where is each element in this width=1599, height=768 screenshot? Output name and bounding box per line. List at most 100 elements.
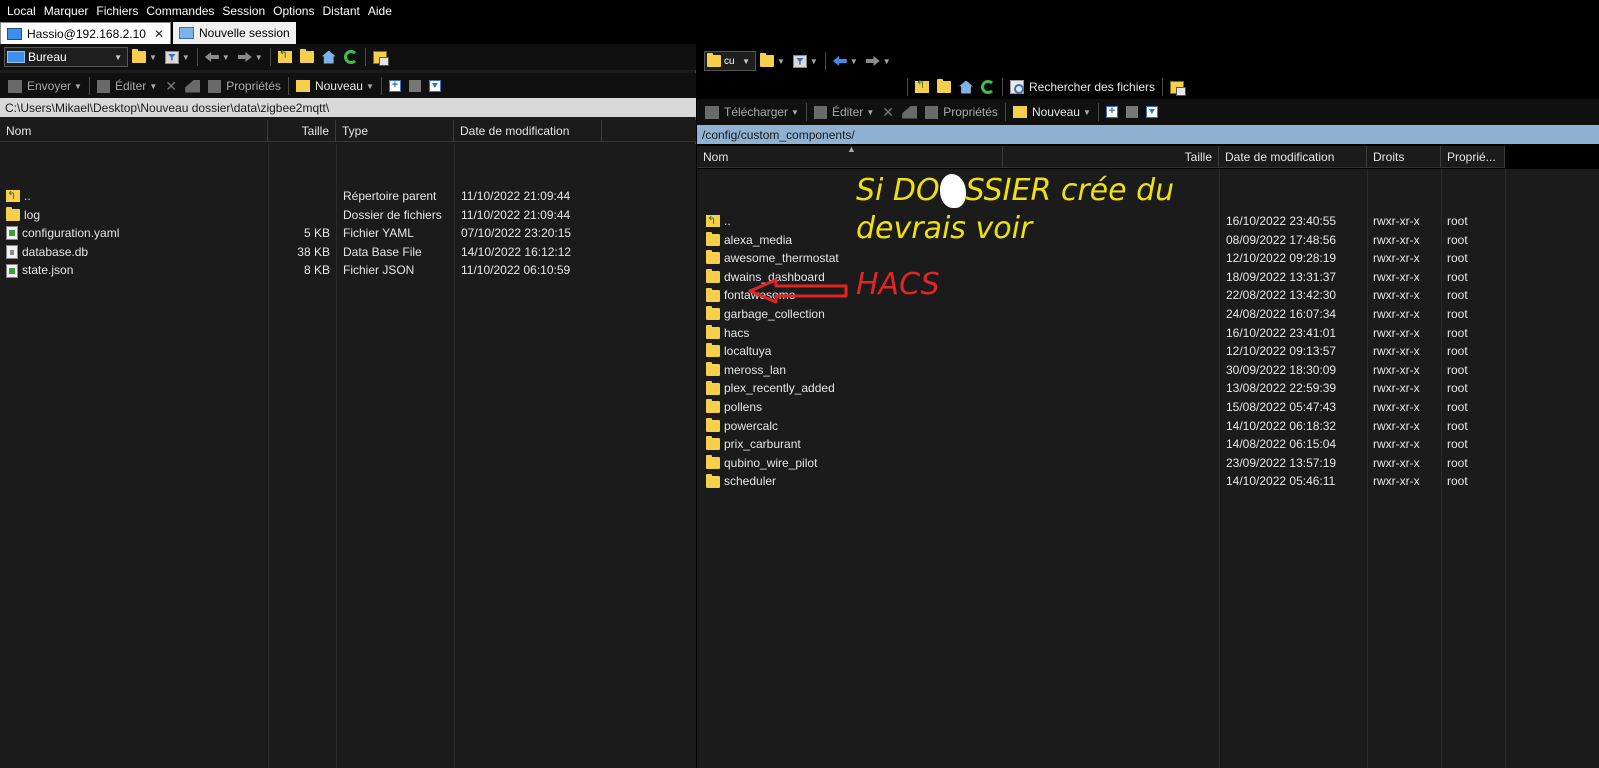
tab-new-session[interactable]: Nouvelle session <box>173 22 296 44</box>
col-modified[interactable]: Date de modification <box>454 120 602 142</box>
sync-browse-button[interactable] <box>369 46 391 68</box>
red-arrow-icon <box>748 278 848 304</box>
file-modified: 14/10/2022 06:18:32 <box>1226 418 1337 433</box>
menu-item-fichiers[interactable]: Fichiers <box>95 4 139 18</box>
table-row[interactable]: localtuya 12/10/2022 09:13:57 rwxr-xr-x roo… <box>697 342 1505 361</box>
remote-new-button[interactable]: Nouveau ▼ <box>1009 101 1095 123</box>
menu-item-distant[interactable]: Distant <box>321 4 360 18</box>
remote-edit-button[interactable]: Éditer ▼ <box>810 101 878 123</box>
col-rights[interactable]: Droits <box>1367 146 1441 168</box>
file-name: state.json <box>22 263 74 278</box>
remote-drive-select[interactable]: cu ▼ <box>704 51 756 71</box>
tab-new-session-label: Nouvelle session <box>199 26 290 40</box>
local-path-text: C:\Users\Mikael\Desktop\Nouveau dossier\… <box>5 100 330 115</box>
json-file-icon <box>6 263 18 278</box>
remote-open-folder-button[interactable]: ▼ <box>756 50 789 72</box>
file-name: scheduler <box>724 474 777 489</box>
folder-icon <box>706 436 720 451</box>
toolbar-separator <box>380 77 382 95</box>
remote-path-bar[interactable]: /config/custom_components/ <box>697 125 1599 144</box>
remote-select-all-button[interactable]: + <box>1102 101 1122 123</box>
table-row[interactable]: pollens 15/08/2022 05:47:43 rwxr-xr-x root <box>697 398 1505 417</box>
table-row[interactable]: state.json 8 KB Fichier JSON 11/10/2022 06:… <box>0 261 696 280</box>
col-size[interactable]: Taille <box>268 120 336 142</box>
home-button[interactable] <box>318 46 340 68</box>
remote-folder-icon <box>707 53 721 67</box>
back-button[interactable]: ▼ <box>201 46 234 68</box>
remote-filter-button[interactable]: ▼ <box>789 50 822 72</box>
chevron-down-icon: ▼ <box>114 52 122 62</box>
menu-item-local[interactable]: Local <box>6 4 37 18</box>
find-files-button[interactable]: Rechercher des fichiers <box>1006 76 1159 98</box>
rename-button[interactable] <box>181 75 204 97</box>
remote-invert-selection-button[interactable] <box>1142 101 1162 123</box>
table-row[interactable]: scheduler 14/10/2022 05:46:11 rwxr-xr-x roo… <box>697 472 1505 491</box>
remote-parent-dir-button[interactable] <box>911 76 933 98</box>
forward-button[interactable]: ▼ <box>234 46 267 68</box>
col-owner[interactable]: Proprié... <box>1441 146 1505 168</box>
table-row[interactable]: plex_recently_added 13/08/2022 22:59:39 rw… <box>697 379 1505 398</box>
table-row[interactable]: prix_carburant 14/08/2022 06:15:04 rwxr-xr… <box>697 435 1505 454</box>
remote-delete-button[interactable]: ✕ <box>878 101 898 123</box>
monitor-icon <box>7 27 22 40</box>
remote-rename-button[interactable] <box>898 101 921 123</box>
file-rights: rwxr-xr-x <box>1373 288 1420 303</box>
file-owner: root <box>1447 400 1468 414</box>
remote-deselect-button[interactable] <box>1122 101 1142 123</box>
table-row[interactable]: hacs 16/10/2022 23:41:01 rwxr-xr-x root <box>697 324 1505 343</box>
download-button[interactable]: Télécharger ▼ <box>701 101 803 123</box>
new-button[interactable]: Nouveau ▼ <box>292 75 378 97</box>
remote-root-dir-button[interactable] <box>933 76 955 98</box>
properties-button[interactable]: Propriétés <box>204 75 285 97</box>
remote-properties-button[interactable]: Propriétés <box>921 101 1002 123</box>
menu-item-marquer[interactable]: Marquer <box>43 4 90 18</box>
table-row[interactable]: configuration.yaml 5 KB Fichier YAML 07/10/… <box>0 224 696 243</box>
file-modified: 07/10/2022 23:20:15 <box>461 226 572 241</box>
table-row[interactable]: .. Répertoire parent 11/10/2022 21:09:44 <box>0 187 696 206</box>
local-drive-select[interactable]: Bureau ▼ <box>4 47 128 67</box>
local-path-bar[interactable]: C:\Users\Mikael\Desktop\Nouveau dossier\… <box>0 98 696 117</box>
menu-item-aide[interactable]: Aide <box>367 4 393 18</box>
col-modified[interactable]: Date de modification <box>1219 146 1367 168</box>
col-name[interactable]: Nom ▲ <box>697 144 1003 168</box>
toolbar-separator <box>364 48 366 66</box>
close-icon[interactable]: ✕ <box>154 27 164 41</box>
table-row[interactable]: qubino_wire_pilot 23/09/2022 13:57:19 rwxr… <box>697 454 1505 473</box>
col-type[interactable]: Type <box>336 120 454 142</box>
col-size[interactable]: Taille <box>1003 146 1219 168</box>
invert-selection-icon <box>1145 106 1158 118</box>
open-folder-button[interactable]: ▼ <box>128 46 161 68</box>
table-row[interactable]: powercalc 14/10/2022 06:18:32 rwxr-xr-x roo… <box>697 417 1505 436</box>
select-all-button[interactable]: + <box>385 75 405 97</box>
filter-button[interactable]: ▼ <box>161 46 194 68</box>
remote-refresh-button[interactable] <box>977 76 999 98</box>
tab-session[interactable]: Hassio@192.168.2.10 ✕ <box>0 22 171 44</box>
toolbar-separator <box>907 78 908 96</box>
file-name-cell: .. <box>6 187 264 206</box>
invert-selection-button[interactable] <box>425 75 445 97</box>
menu-item-session[interactable]: Session <box>221 4 266 18</box>
parent-folder-icon <box>277 48 292 63</box>
menu-item-options[interactable]: Options <box>272 4 315 18</box>
remote-home-button[interactable] <box>955 76 977 98</box>
file-type: Dossier de fichiers <box>343 207 442 222</box>
delete-button[interactable]: ✕ <box>161 75 181 97</box>
root-dir-button[interactable] <box>296 46 318 68</box>
refresh-button[interactable] <box>340 46 362 68</box>
remote-forward-button[interactable]: ▼ <box>862 50 895 72</box>
table-row[interactable]: database.db 38 KB Data Base File 14/10/2022… <box>0 243 696 262</box>
table-row[interactable]: log Dossier de fichiers 11/10/2022 21:09:4… <box>0 206 696 225</box>
remote-back-button[interactable]: ▼ <box>829 50 862 72</box>
menu-item-commandes[interactable]: Commandes <box>145 4 215 18</box>
deselect-button[interactable] <box>405 75 425 97</box>
file-name: localtuya <box>724 344 772 359</box>
remote-sync-browse-button[interactable] <box>1166 76 1188 98</box>
send-button[interactable]: Envoyer ▼ <box>4 75 86 97</box>
col-name[interactable]: Nom <box>0 120 268 142</box>
rename-icon <box>902 105 918 119</box>
table-row[interactable]: meross_lan 30/09/2022 18:30:09 rwxr-xr-x ro… <box>697 361 1505 380</box>
table-row[interactable]: awesome_thermostat 12/10/2022 09:28:19 rwx… <box>697 249 1505 268</box>
parent-dir-button[interactable] <box>274 46 296 68</box>
table-row[interactable]: garbage_collection 24/08/2022 16:07:34 rwx… <box>697 305 1505 324</box>
edit-button[interactable]: Éditer ▼ <box>93 75 161 97</box>
